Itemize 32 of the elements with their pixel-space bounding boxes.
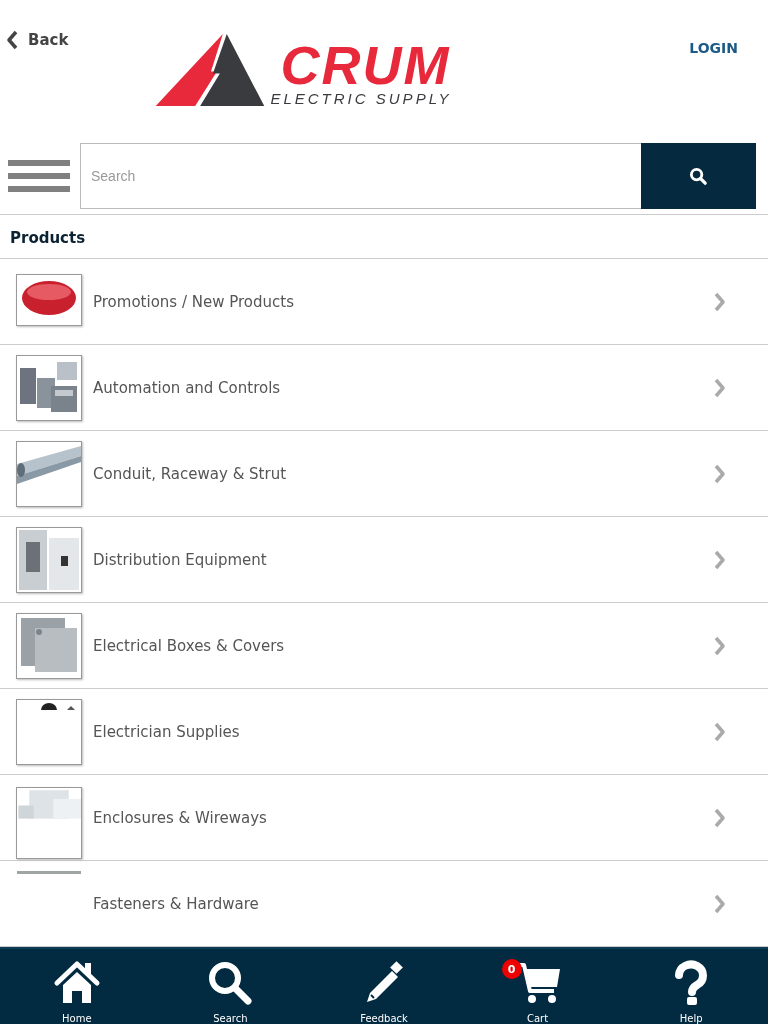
- chevron-right-icon: [714, 721, 726, 742]
- category-item[interactable]: Automation and Controls: [0, 345, 768, 431]
- login-link[interactable]: LOGIN: [689, 40, 738, 56]
- company-logo[interactable]: CRUM ELECTRIC SUPPLY: [154, 34, 452, 108]
- chevron-right-icon: [714, 635, 726, 656]
- chevron-right-icon: [714, 291, 726, 312]
- category-item[interactable]: Electrician Supplies: [0, 689, 768, 775]
- mountain-bolt-icon: [154, 34, 267, 108]
- chevron-right-icon: [714, 549, 726, 570]
- chevron-right-icon: [714, 893, 726, 914]
- tab-bar-item[interactable]: Feedback: [324, 949, 444, 1024]
- tab-bar-item[interactable]: 0 Cart: [477, 949, 598, 1024]
- category-item[interactable]: Enclosures & Wireways: [0, 775, 768, 861]
- search-field[interactable]: Search: [80, 143, 641, 209]
- cart-count-badge: 0: [501, 959, 522, 979]
- tab-bar-item[interactable]: Help: [631, 949, 752, 1024]
- chevron-right-icon: [714, 807, 726, 828]
- search-button[interactable]: [641, 143, 756, 209]
- category-item[interactable]: Promotions / New Products: [0, 259, 768, 345]
- tab-bar-item[interactable]: Search: [170, 949, 291, 1024]
- search-icon: [206, 959, 255, 1007]
- chevron-right-icon: [714, 463, 726, 484]
- category-item[interactable]: Conduit, Raceway & Strut: [0, 431, 768, 517]
- category-item[interactable]: Distribution Equipment: [0, 517, 768, 603]
- category-item[interactable]: Electrical Boxes & Covers: [0, 603, 768, 689]
- tab-bar-item[interactable]: Home: [16, 949, 137, 1024]
- section-title: Products: [0, 215, 768, 259]
- menu-icon: [8, 160, 70, 192]
- chevron-right-icon: [714, 377, 726, 398]
- chevron-left-icon: [6, 30, 18, 50]
- search-icon: [689, 166, 708, 186]
- back-link[interactable]: Back: [6, 28, 69, 50]
